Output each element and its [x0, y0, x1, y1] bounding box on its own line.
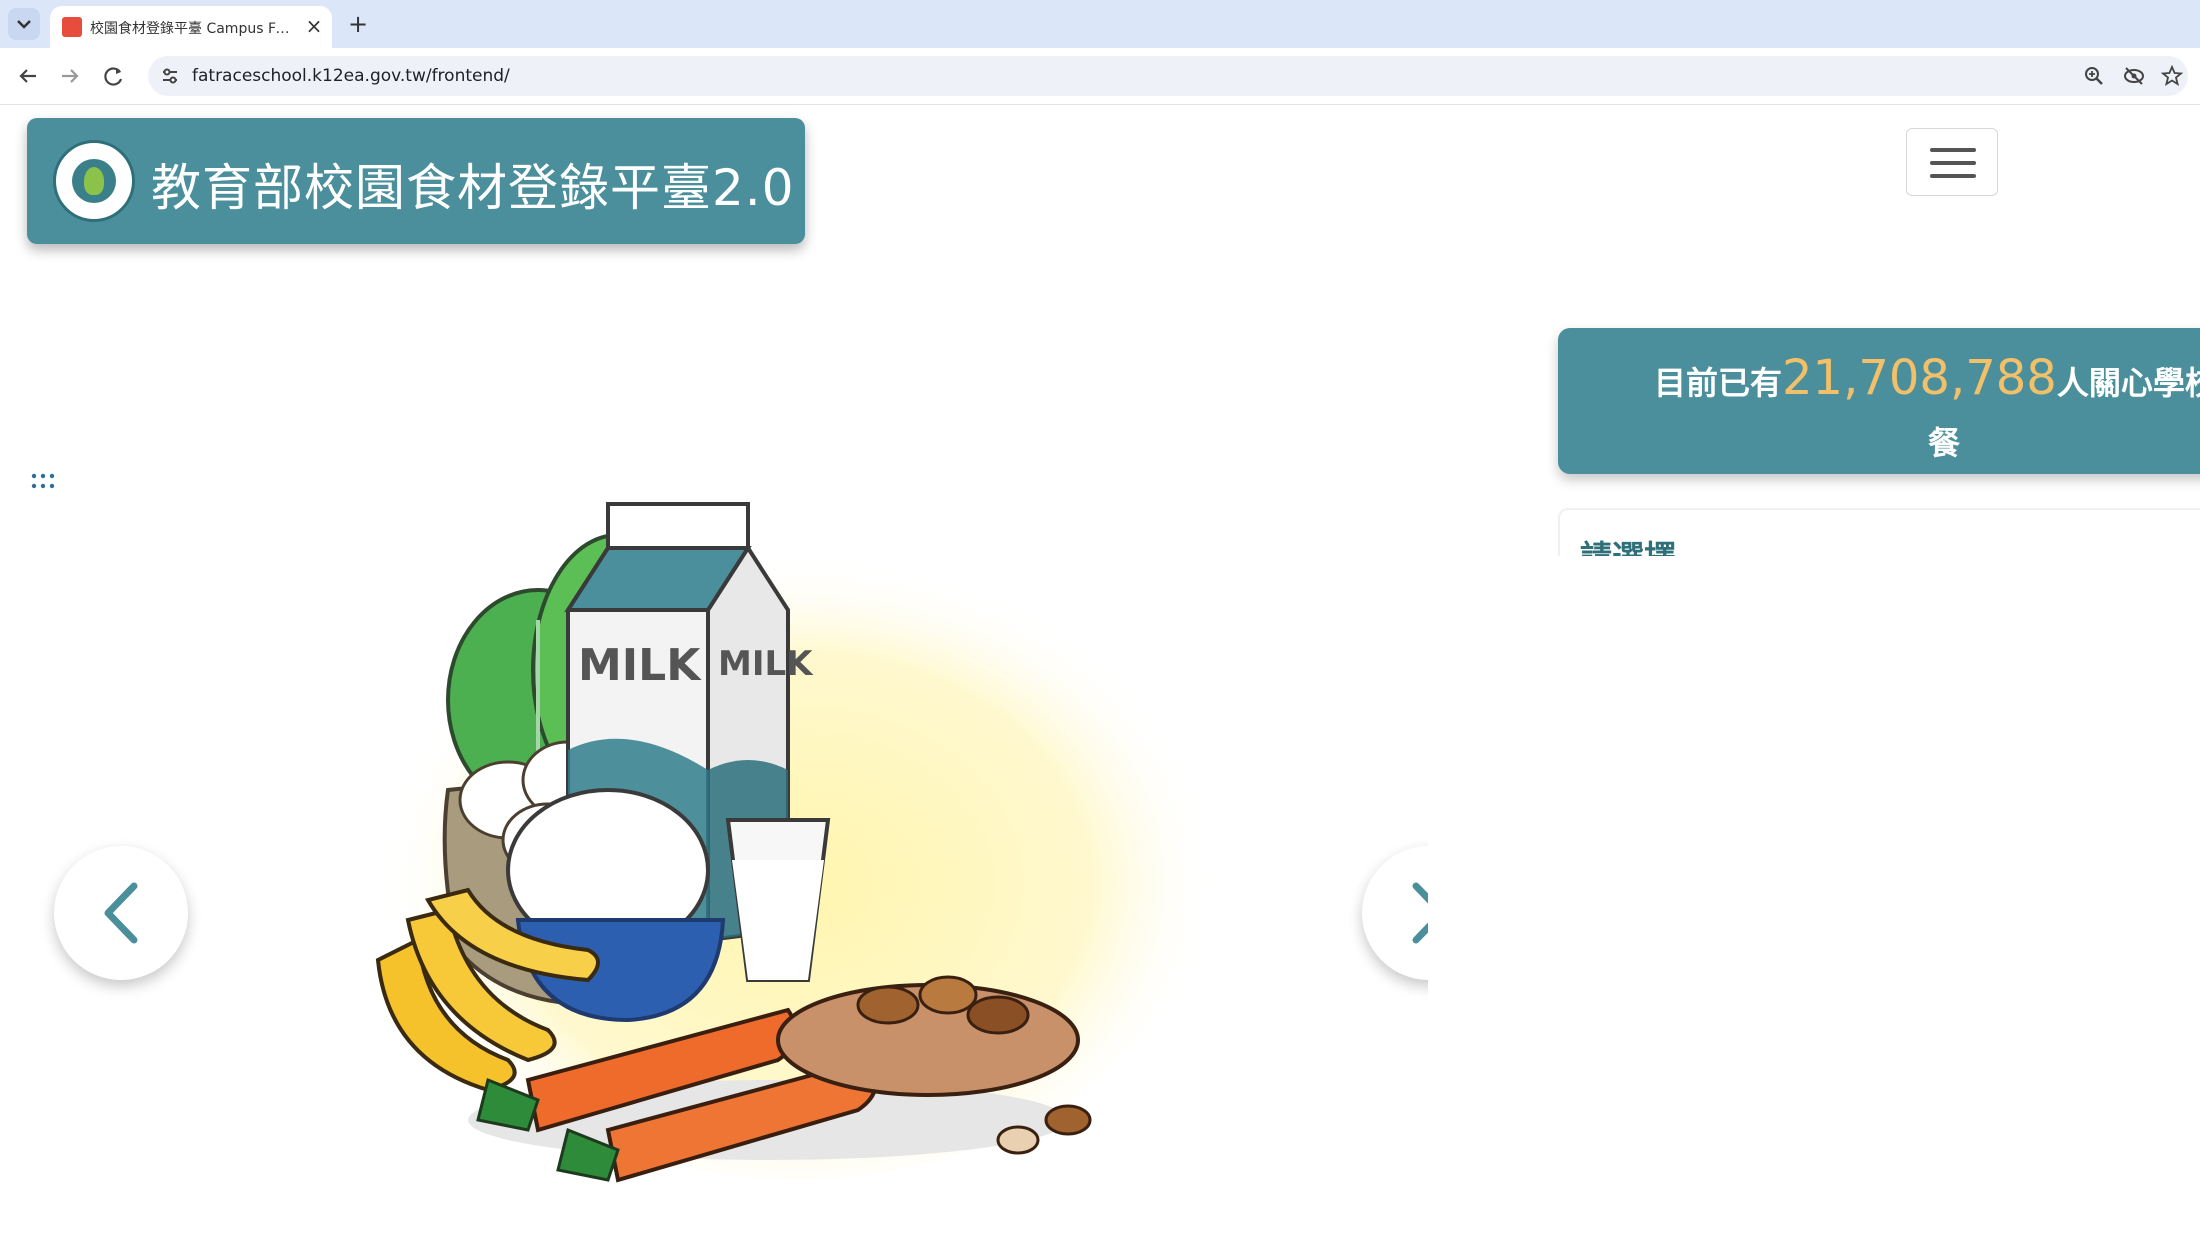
browser-tab[interactable]: 校園食材登錄平臺 Campus Food × [50, 6, 332, 48]
tab-close-icon[interactable]: × [302, 14, 326, 38]
counter-text: 目前已有21,708,788人關心學校午 [1654, 350, 2200, 406]
milk-label: MILK [578, 640, 702, 691]
school-select-panel[interactable]: 請選擇 [1558, 508, 2200, 556]
food-illustration: MILK MILK [375, 502, 1218, 1183]
back-icon[interactable] [12, 60, 44, 92]
menu-toggle-button[interactable] [1906, 128, 1998, 196]
site-settings-icon[interactable] [158, 64, 182, 88]
site-title: 教育部校園食材登錄平臺2.0 [151, 159, 795, 217]
carousel-next-button[interactable] [1362, 846, 1428, 980]
counter-suffix: 人關心學校午 [2056, 364, 2200, 402]
chevron-right-icon [1412, 882, 1428, 944]
site-favicon-icon [62, 17, 82, 37]
counter-prefix: 目前已有 [1654, 364, 1783, 402]
tracking-protection-icon[interactable] [2122, 64, 2146, 88]
counter-suffix-line2: 餐 [1928, 424, 1961, 462]
site-logo-banner[interactable]: 教育部校園食材登錄平臺2.0 [27, 118, 805, 244]
zoom-icon[interactable] [2082, 64, 2106, 88]
chevron-down-icon [17, 20, 31, 29]
tab-search-button[interactable] [8, 8, 40, 40]
visitor-counter-card: 目前已有21,708,788人關心學校午 餐 [1558, 328, 2200, 474]
url-text[interactable]: fatraceschool.k12ea.gov.tw/frontend/ [192, 66, 510, 86]
reload-icon[interactable] [98, 60, 130, 92]
counter-number: 21,708,788 [1782, 350, 2057, 406]
new-tab-button[interactable]: + [344, 10, 372, 38]
browser-tab-bar: 校園食材登錄平臺 Campus Food × + [0, 0, 2200, 48]
bookmark-star-icon[interactable] [2160, 64, 2184, 88]
carousel-prev-button[interactable] [54, 846, 188, 980]
hero-carousel: MILK MILK [0, 500, 1428, 1235]
milk-label-side: MILK [718, 644, 814, 684]
select-panel-label: 請選擇 [1580, 532, 1676, 556]
address-bar: fatraceschool.k12ea.gov.tw/frontend/ [0, 48, 2200, 105]
omnibox[interactable]: fatraceschool.k12ea.gov.tw/frontend/ [148, 56, 2188, 96]
rice-bowl-icon [506, 788, 726, 1023]
tab-title: 校園食材登錄平臺 Campus Food [90, 21, 290, 37]
chevron-left-icon [104, 882, 138, 944]
forward-icon[interactable] [54, 60, 86, 92]
ministry-of-education-emblem-icon [53, 140, 135, 222]
milk-glass-icon [725, 818, 831, 982]
dots-grid-icon[interactable] [30, 470, 56, 492]
